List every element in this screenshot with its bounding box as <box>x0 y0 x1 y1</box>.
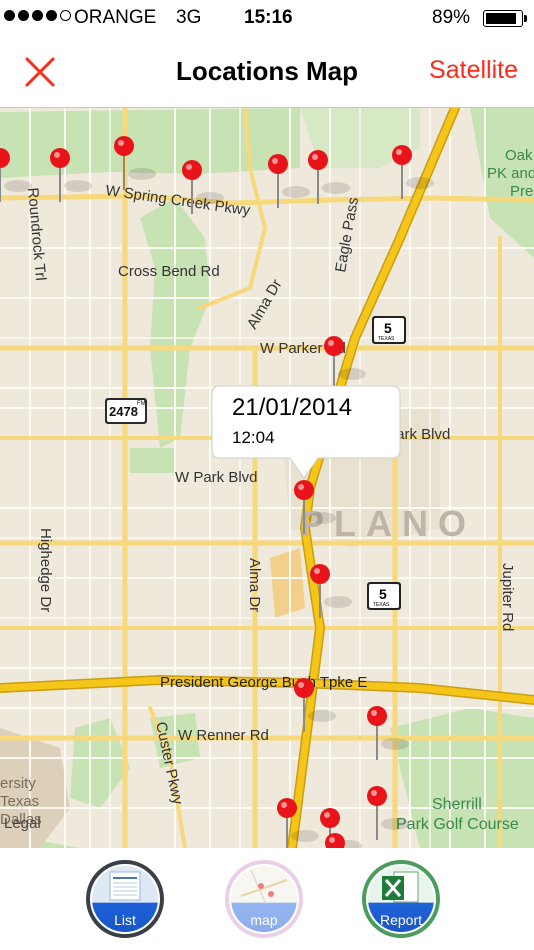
label-pgbt: President George Bush Tpke E <box>160 674 367 691</box>
label-highedge: Highedge Dr <box>37 528 54 612</box>
map-view[interactable]: W Spring Creek Pkwy Roundrock Trl Cross … <box>0 108 534 848</box>
tab-bar: List map Report <box>0 848 534 950</box>
shield-us75-bottom: 5 TEXAS <box>367 582 401 610</box>
tab-map-label: map <box>250 912 278 928</box>
svg-text:TEXAS: TEXAS <box>373 602 390 608</box>
legal-link[interactable]: Legal <box>4 815 41 832</box>
label-renner: W Renner Rd <box>178 727 269 744</box>
close-x-icon <box>25 57 55 87</box>
label-alma-bottom: Alma Dr <box>246 558 263 612</box>
label-sherrill-2: Park Golf Course <box>396 816 519 833</box>
svg-text:2478: 2478 <box>109 404 138 419</box>
svg-text:FM: FM <box>137 401 146 407</box>
navigation-bar: Locations Map Satellite <box>0 36 534 108</box>
label-sherrill-1: Sherrill <box>432 796 482 813</box>
label-jupiter: Jupiter Rd <box>499 563 516 631</box>
svg-text:5: 5 <box>379 586 387 602</box>
tab-report-label: Report <box>379 912 423 928</box>
satellite-button[interactable]: Satellite <box>429 56 518 85</box>
close-button[interactable] <box>22 54 58 90</box>
label-oak-1: Oak <box>505 147 533 164</box>
network-type: 3G <box>176 7 202 28</box>
battery-percent: 89% <box>432 7 471 28</box>
status-bar: ORANGE 3G 15:16 89% <box>0 0 534 36</box>
tab-report[interactable]: Report <box>362 860 440 938</box>
label-cross-bend: Cross Bend Rd <box>118 263 220 280</box>
battery-icon <box>483 10 527 27</box>
label-eagle-pass: Eagle Pass <box>332 196 362 274</box>
callout-time: 12:04 <box>232 428 275 447</box>
tab-list-label: List <box>114 912 136 928</box>
label-roundrock: Roundrock Trl <box>24 187 49 282</box>
svg-text:TEXAS: TEXAS <box>378 336 395 342</box>
callout-date: 21/01/2014 <box>232 394 352 421</box>
carrier-name: ORANGE <box>74 7 157 28</box>
shield-us75-top: 5 TEXAS <box>372 316 406 344</box>
label-oak-3: Pre <box>510 183 533 200</box>
clock: 15:16 <box>244 7 293 28</box>
label-oak-2: PK and <box>487 165 534 182</box>
label-w-park: W Park Blvd <box>175 469 258 486</box>
svg-text:5: 5 <box>384 320 392 336</box>
tab-map[interactable]: map <box>225 860 303 938</box>
label-univ-2: Texas <box>0 793 39 810</box>
map-canvas[interactable]: W Spring Creek Pkwy Roundrock Trl Cross … <box>0 108 534 848</box>
signal-strength-icon <box>4 10 71 21</box>
label-univ-1: ersity <box>0 775 36 792</box>
shield-fm-2478: 2478 FM <box>105 398 147 424</box>
tab-list[interactable]: List <box>86 860 164 938</box>
